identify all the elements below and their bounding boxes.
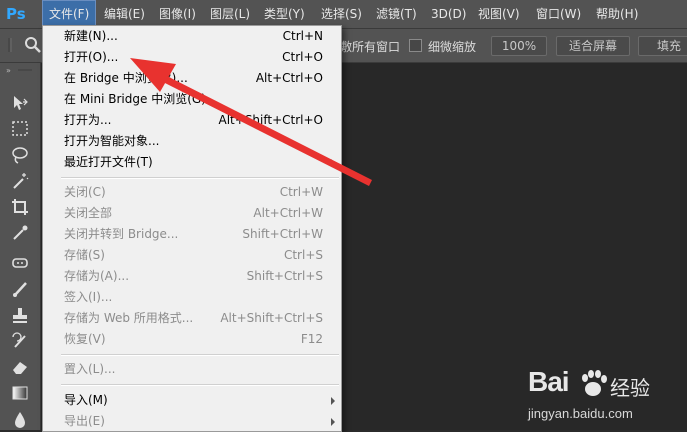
- grip-icon: [8, 38, 12, 52]
- file-menu-save[interactable]: 存储(S) Ctrl+S: [43, 245, 341, 266]
- fit-screen-button[interactable]: 适合屏幕: [556, 36, 630, 56]
- file-menu-close-all[interactable]: 关闭全部 Alt+Ctrl+W: [43, 203, 341, 224]
- menu-window[interactable]: 窗口(W): [530, 0, 587, 28]
- blur-tool-icon[interactable]: [10, 409, 30, 429]
- menu-item-label: 新建(N)...: [64, 29, 118, 43]
- menu-item-label: 存储为 Web 所用格式...: [64, 311, 194, 325]
- menu-item-label: 打开为...: [64, 113, 112, 127]
- menu-item-label: 关闭(C): [64, 185, 106, 199]
- file-menu-close[interactable]: 关闭(C) Ctrl+W: [43, 182, 341, 203]
- clone-stamp-tool-icon[interactable]: [10, 305, 30, 325]
- menu-item-shortcut: Ctrl+N: [282, 29, 323, 43]
- menu-view[interactable]: 视图(V): [472, 0, 526, 28]
- menu-item-shortcut: Shift+Ctrl+W: [242, 227, 323, 241]
- file-menu-save-as[interactable]: 存储为(A)... Shift+Ctrl+S: [43, 266, 341, 287]
- menu-item-shortcut: Alt+Ctrl+O: [255, 71, 323, 85]
- file-menu-revert[interactable]: 恢复(V) F12: [43, 329, 341, 350]
- menu-item-shortcut: Shift+Ctrl+S: [246, 269, 323, 283]
- gradient-tool-icon[interactable]: [10, 383, 30, 403]
- crop-tool-icon[interactable]: [10, 197, 30, 217]
- magic-wand-tool-icon[interactable]: [10, 171, 30, 191]
- move-tool-icon[interactable]: [10, 93, 30, 113]
- resize-all-windows-label: 敷所有窗口: [340, 40, 401, 54]
- zoom-tool-icon[interactable]: [24, 36, 42, 54]
- file-menu-recent-files[interactable]: 最近打开文件(T): [43, 152, 341, 173]
- menu-item-label: 关闭并转到 Bridge...: [64, 227, 179, 241]
- menu-filter[interactable]: 滤镜(T): [370, 0, 423, 28]
- menu-item-shortcut: F12: [300, 332, 323, 346]
- baidu-jingyan-watermark: Bai 经验 jingyan.baidu.com: [528, 366, 678, 426]
- brush-tool-icon[interactable]: [10, 279, 30, 299]
- file-menu-browse-bridge[interactable]: 在 Bridge 中浏览(B)... Alt+Ctrl+O: [43, 68, 341, 89]
- menu-layer[interactable]: 图层(L): [204, 0, 256, 28]
- eyedropper-tool-icon[interactable]: [10, 223, 30, 243]
- file-menu-export[interactable]: 导出(E): [43, 411, 341, 432]
- menu-select[interactable]: 选择(S): [315, 0, 368, 28]
- photoshop-logo: Ps: [6, 5, 26, 23]
- eraser-tool-icon[interactable]: [10, 357, 30, 377]
- menu-item-label: 打开(O)...: [64, 50, 119, 64]
- menu-item-shortcut: Alt+Shift+Ctrl+O: [218, 113, 323, 127]
- menu-item-label: 导出(E): [64, 414, 105, 428]
- zoom-100-button[interactable]: 100%: [491, 36, 547, 56]
- menu-item-label: 导入(M): [64, 393, 108, 407]
- file-menu-dropdown: 新建(N)... Ctrl+N 打开(O)... Ctrl+O 在 Bridge…: [42, 25, 342, 432]
- file-menu-close-go-bridge[interactable]: 关闭并转到 Bridge... Shift+Ctrl+W: [43, 224, 341, 245]
- menu-file[interactable]: 文件(F): [42, 0, 97, 28]
- menu-separator: [61, 177, 339, 179]
- file-menu-open[interactable]: 打开(O)... Ctrl+O: [43, 47, 341, 68]
- menu-item-shortcut: Ctrl+W: [279, 185, 323, 199]
- submenu-arrow-icon: [331, 397, 335, 405]
- svg-text:»: »: [6, 66, 11, 74]
- watermark-brand-cn: 经验: [610, 376, 650, 400]
- menu-item-label: 关闭全部: [64, 206, 113, 220]
- watermark-brand: Bai: [528, 366, 570, 397]
- file-menu-browse-mini-bridge[interactable]: 在 Mini Bridge 中浏览(G)...: [43, 89, 341, 110]
- menu-item-shortcut: Ctrl+S: [283, 248, 323, 262]
- menu-3d[interactable]: 3D(D): [425, 0, 472, 28]
- menu-item-label: 存储为(A)...: [64, 269, 130, 283]
- menu-item-shortcut: Ctrl+O: [282, 50, 323, 64]
- file-menu-save-for-web[interactable]: 存储为 Web 所用格式... Alt+Shift+Ctrl+S: [43, 308, 341, 329]
- menu-item-label: 置入(L)...: [64, 362, 116, 376]
- panel-collapse-icon[interactable]: »: [6, 66, 34, 74]
- menu-item-label: 在 Bridge 中浏览(B)...: [64, 71, 188, 85]
- menu-separator: [61, 354, 339, 356]
- menu-help[interactable]: 帮助(H): [590, 0, 644, 28]
- menu-edit[interactable]: 编辑(E): [98, 0, 151, 28]
- submenu-arrow-icon: [331, 159, 335, 167]
- scrubby-zoom-label: 细微缩放: [428, 40, 477, 54]
- file-menu-check-in[interactable]: 签入(I)...: [43, 287, 341, 308]
- history-brush-tool-icon[interactable]: [10, 331, 30, 351]
- lasso-tool-icon[interactable]: [10, 145, 30, 165]
- file-menu-open-as[interactable]: 打开为... Alt+Shift+Ctrl+O: [43, 110, 341, 131]
- paw-icon: [582, 370, 607, 396]
- menu-image[interactable]: 图像(I): [153, 0, 202, 28]
- file-menu-import[interactable]: 导入(M): [43, 390, 341, 411]
- watermark-url: jingyan.baidu.com: [528, 406, 633, 421]
- menu-type[interactable]: 类型(Y): [258, 0, 311, 28]
- menu-separator: [61, 384, 339, 386]
- fill-screen-button[interactable]: 填充: [638, 36, 687, 56]
- marquee-tool-icon[interactable]: [10, 119, 30, 139]
- menu-item-label: 在 Mini Bridge 中浏览(G)...: [64, 92, 218, 106]
- menu-item-shortcut: Alt+Shift+Ctrl+S: [220, 311, 323, 325]
- file-menu-open-smart-object[interactable]: 打开为智能对象...: [43, 131, 341, 152]
- tools-panel: »: [0, 63, 41, 430]
- menu-item-label: 存储(S): [64, 248, 105, 262]
- submenu-arrow-icon: [331, 418, 335, 426]
- menu-item-label: 签入(I)...: [64, 290, 113, 304]
- scrubby-zoom-checkbox[interactable]: [409, 39, 422, 52]
- menu-item-label: 最近打开文件(T): [64, 155, 153, 169]
- menu-item-shortcut: Alt+Ctrl+W: [253, 206, 323, 220]
- menu-item-label: 打开为智能对象...: [64, 134, 160, 148]
- file-menu-place[interactable]: 置入(L)...: [43, 359, 341, 380]
- healing-brush-tool-icon[interactable]: [10, 253, 30, 273]
- menu-item-label: 恢复(V): [64, 332, 106, 346]
- file-menu-new[interactable]: 新建(N)... Ctrl+N: [43, 26, 341, 47]
